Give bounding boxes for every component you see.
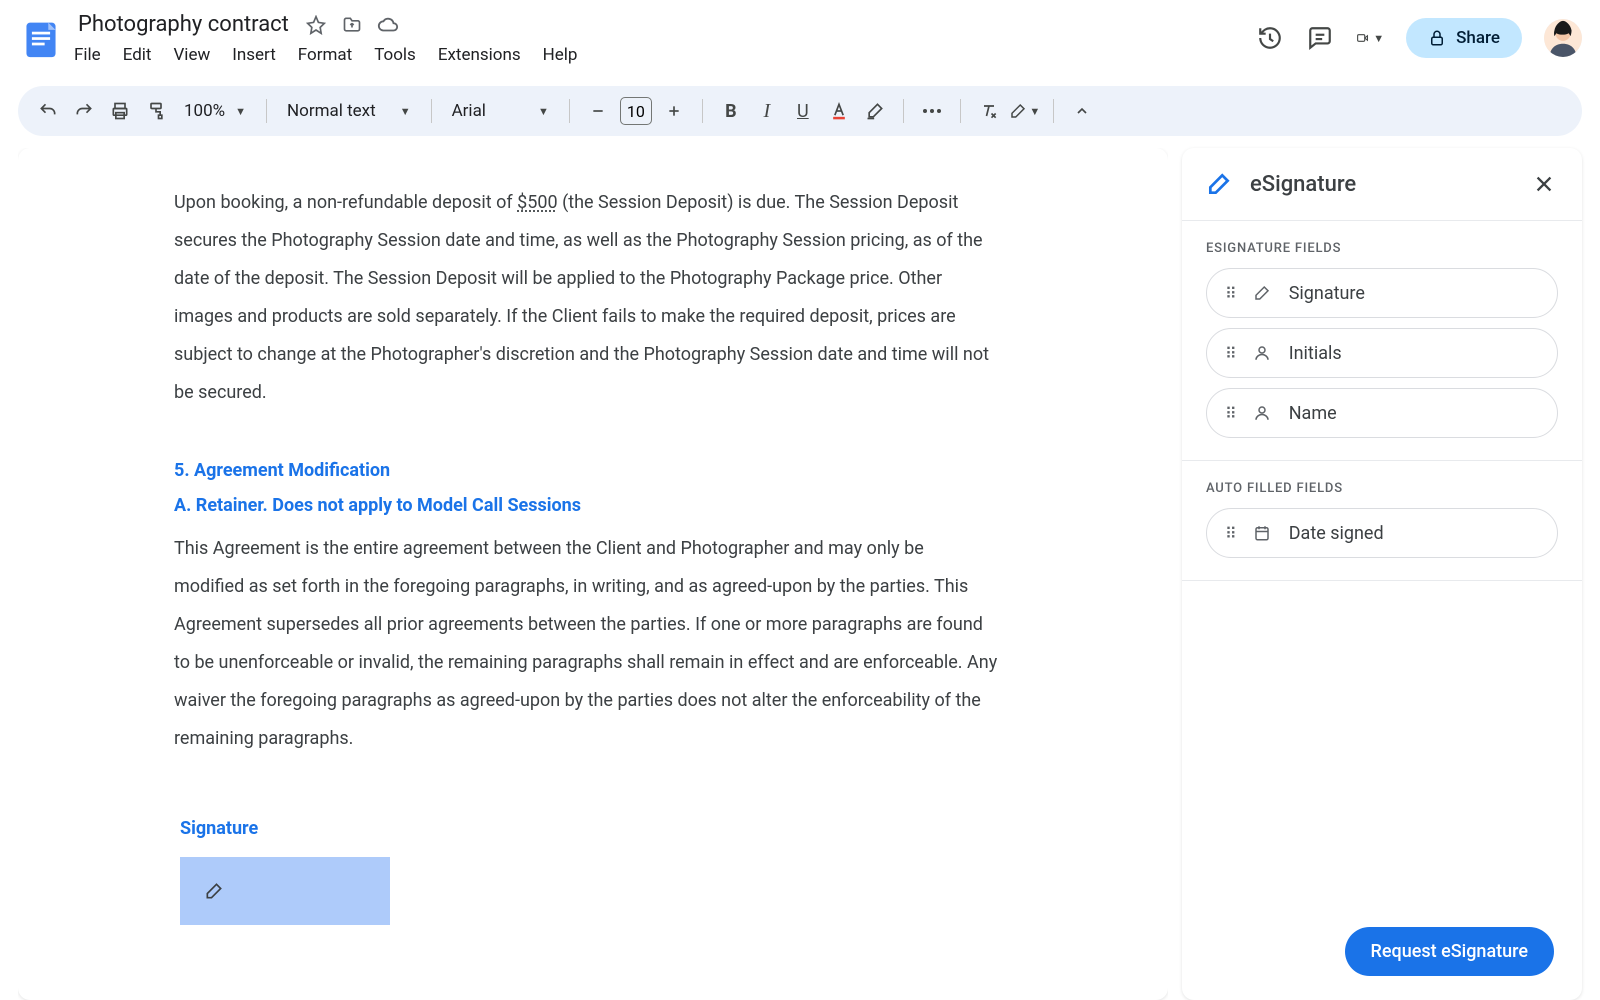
toolbar: 100%▼ Normal text▼ Arial▼ B I U ▼ bbox=[18, 86, 1582, 136]
collapse-toolbar-button[interactable] bbox=[1066, 95, 1098, 127]
field-date-signed[interactable]: ⠿ Date signed bbox=[1206, 508, 1558, 558]
calendar-icon bbox=[1251, 524, 1273, 542]
editing-mode-dropdown[interactable]: ▼ bbox=[1009, 95, 1041, 127]
deposit-amount: $500 bbox=[517, 192, 557, 213]
font-size-increase[interactable] bbox=[658, 95, 690, 127]
paint-format-button[interactable] bbox=[140, 95, 172, 127]
panel-header: eSignature bbox=[1182, 148, 1582, 221]
request-esignature-button[interactable]: Request eSignature bbox=[1345, 927, 1554, 976]
workspace: Upon booking, a non-refundable deposit o… bbox=[0, 136, 1600, 1000]
menu-bar: File Edit View Insert Format Tools Exten… bbox=[74, 45, 577, 65]
menu-extensions[interactable]: Extensions bbox=[438, 45, 521, 65]
close-panel-button[interactable] bbox=[1530, 170, 1558, 198]
paragraph-agreement[interactable]: This Agreement is the entire agreement b… bbox=[174, 530, 998, 758]
esignature-field-list: ⠿ Signature ⠿ Initials ⠿ Name bbox=[1182, 268, 1582, 438]
menu-help[interactable]: Help bbox=[543, 45, 578, 65]
account-avatar[interactable] bbox=[1544, 19, 1582, 57]
drag-handle-icon[interactable]: ⠿ bbox=[1225, 284, 1235, 303]
drag-handle-icon[interactable]: ⠿ bbox=[1225, 344, 1235, 363]
menu-tools[interactable]: Tools bbox=[374, 45, 416, 65]
field-label: Date signed bbox=[1289, 523, 1384, 544]
font-family-dropdown[interactable]: Arial▼ bbox=[444, 101, 557, 121]
toolbar-container: 100%▼ Normal text▼ Arial▼ B I U ▼ bbox=[0, 78, 1600, 136]
star-icon[interactable] bbox=[305, 14, 327, 36]
esignature-fields-label: ESIGNATURE FIELDS bbox=[1182, 221, 1582, 268]
app-header: Photography contract File Edit View Inse… bbox=[0, 0, 1600, 78]
person-icon bbox=[1251, 344, 1273, 362]
share-button[interactable]: Share bbox=[1406, 18, 1522, 58]
signature-pen-icon bbox=[204, 881, 224, 901]
document-page[interactable]: Upon booking, a non-refundable deposit o… bbox=[18, 148, 1168, 1000]
subheading-retainer[interactable]: A. Retainer. Does not apply to Model Cal… bbox=[174, 495, 998, 516]
menu-file[interactable]: File bbox=[74, 45, 101, 65]
document-viewport[interactable]: Upon booking, a non-refundable deposit o… bbox=[18, 148, 1168, 1000]
document-title[interactable]: Photography contract bbox=[74, 10, 293, 39]
highlight-button[interactable] bbox=[859, 95, 891, 127]
more-options-button[interactable] bbox=[916, 95, 948, 127]
signature-label[interactable]: Signature bbox=[180, 818, 998, 839]
autofilled-field-list: ⠿ Date signed bbox=[1182, 508, 1582, 558]
field-label: Name bbox=[1289, 403, 1337, 424]
drag-handle-icon[interactable]: ⠿ bbox=[1225, 524, 1235, 543]
docs-logo[interactable] bbox=[18, 16, 64, 62]
drag-handle-icon[interactable]: ⠿ bbox=[1225, 404, 1235, 423]
signature-pen-icon bbox=[1251, 284, 1273, 302]
clear-formatting-button[interactable] bbox=[973, 95, 1005, 127]
italic-button[interactable]: I bbox=[751, 95, 783, 127]
menu-edit[interactable]: Edit bbox=[123, 45, 152, 65]
font-size-control bbox=[582, 95, 690, 127]
redo-button[interactable] bbox=[68, 95, 100, 127]
meet-button[interactable]: ▼ bbox=[1356, 24, 1384, 52]
lock-icon bbox=[1428, 29, 1446, 47]
font-size-decrease[interactable] bbox=[582, 95, 614, 127]
paragraph-deposit[interactable]: Upon booking, a non-refundable deposit o… bbox=[174, 184, 998, 412]
title-area: Photography contract File Edit View Inse… bbox=[74, 10, 577, 65]
print-button[interactable] bbox=[104, 95, 136, 127]
text-color-button[interactable] bbox=[823, 95, 855, 127]
header-actions: ▼ Share bbox=[1256, 18, 1582, 58]
field-initials[interactable]: ⠿ Initials bbox=[1206, 328, 1558, 378]
field-signature[interactable]: ⠿ Signature bbox=[1206, 268, 1558, 318]
bold-button[interactable]: B bbox=[715, 95, 747, 127]
field-name[interactable]: ⠿ Name bbox=[1206, 388, 1558, 438]
move-icon[interactable] bbox=[341, 14, 363, 36]
menu-view[interactable]: View bbox=[173, 45, 210, 65]
panel-title: eSignature bbox=[1250, 172, 1356, 197]
paragraph-style-dropdown[interactable]: Normal text▼ bbox=[279, 101, 419, 121]
autofilled-fields-label: AUTO FILLED FIELDS bbox=[1182, 461, 1582, 508]
esignature-icon bbox=[1206, 171, 1232, 197]
person-icon bbox=[1251, 404, 1273, 422]
share-label: Share bbox=[1456, 28, 1500, 48]
signature-field[interactable] bbox=[180, 857, 390, 925]
field-label: Initials bbox=[1289, 343, 1342, 364]
field-label: Signature bbox=[1289, 283, 1365, 304]
font-size-input[interactable] bbox=[620, 97, 652, 125]
history-icon[interactable] bbox=[1256, 24, 1284, 52]
underline-button[interactable]: U bbox=[787, 95, 819, 127]
esignature-panel: eSignature ESIGNATURE FIELDS ⠿ Signature… bbox=[1182, 148, 1582, 1000]
heading-agreement-modification[interactable]: 5. Agreement Modification bbox=[174, 460, 998, 481]
undo-button[interactable] bbox=[32, 95, 64, 127]
comments-icon[interactable] bbox=[1306, 24, 1334, 52]
menu-format[interactable]: Format bbox=[298, 45, 352, 65]
zoom-dropdown[interactable]: 100%▼ bbox=[176, 101, 254, 121]
cloud-status-icon[interactable] bbox=[377, 14, 399, 36]
menu-insert[interactable]: Insert bbox=[232, 45, 276, 65]
